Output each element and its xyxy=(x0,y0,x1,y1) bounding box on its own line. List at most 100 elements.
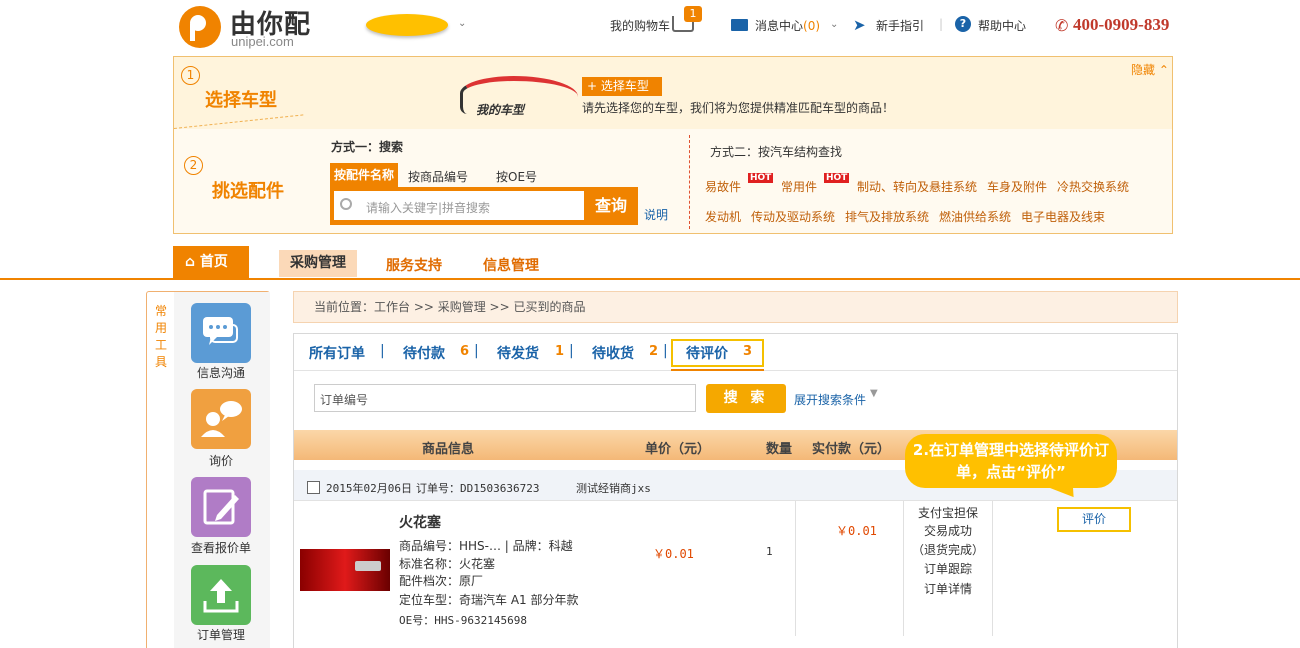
order-date: 2015年02月06日 xyxy=(326,482,412,495)
choose-car-button[interactable]: + 选择车型 xyxy=(582,77,662,96)
category-fuel[interactable]: 燃油供给系统 xyxy=(939,208,1011,225)
search-icon xyxy=(340,198,352,210)
category-electrical[interactable]: 电子电器及线束 xyxy=(1021,208,1105,225)
pending-shipment-count: 1 xyxy=(555,344,565,359)
nav-underline xyxy=(0,278,1300,280)
column-header-unit-price: 单价（元） xyxy=(645,442,711,457)
divider xyxy=(992,501,993,636)
step1-title: 选择车型 xyxy=(205,90,277,111)
tab-by-oe-number[interactable]: 按OE号 xyxy=(496,168,537,185)
cart-link[interactable]: 我的购物车 xyxy=(610,17,670,34)
seller-name[interactable]: 测试经销商jxs xyxy=(576,480,651,496)
chevron-down-icon[interactable]: ⌄ xyxy=(830,19,838,30)
step2-number: 2 xyxy=(184,156,203,175)
choose-car-description: 请先选择您的车型，我们将为您提供精准匹配车型的商品！ xyxy=(582,101,895,115)
help-icon[interactable]: ? xyxy=(955,16,971,32)
order-number-placeholder: 订单编号 xyxy=(320,393,369,407)
instruction-callout: 2.在订单管理中选择待评价订单，点击“评价” xyxy=(905,434,1117,488)
quote-sheet-icon[interactable] xyxy=(191,477,251,537)
mail-icon[interactable] xyxy=(731,19,748,31)
logo-icon[interactable] xyxy=(179,6,221,48)
divider: | xyxy=(380,343,385,359)
tool-label-communication[interactable]: 信息沟通 xyxy=(181,364,261,381)
hot-badge: HOT xyxy=(748,173,774,183)
tab-pending-receipt[interactable]: 待收货 xyxy=(592,343,634,363)
category-common-parts[interactable]: 常用件 xyxy=(781,178,817,195)
order-checkbox[interactable] xyxy=(307,481,320,494)
category-engine[interactable]: 发动机 xyxy=(705,208,741,225)
order-tracking-link[interactable]: 订单跟踪 xyxy=(906,560,990,577)
tool-label-inquiry[interactable]: 询价 xyxy=(181,452,261,469)
guide-link[interactable]: 新手指引 xyxy=(876,17,924,34)
category-brake-steering[interactable]: 制动、转向及悬挂系统 xyxy=(857,178,977,195)
explain-link[interactable]: 说明 xyxy=(644,206,668,223)
step1-section xyxy=(174,57,1172,129)
category-body[interactable]: 车身及附件 xyxy=(987,178,1047,195)
nav-info-management[interactable]: 信息管理 xyxy=(483,255,539,275)
tab-by-part-name[interactable]: 按配件名称 xyxy=(330,163,398,187)
oe-number: OE号：HHS-9632145698 xyxy=(399,614,527,627)
divider xyxy=(903,501,904,636)
search-placeholder: 请输入关键字|拼音搜索 xyxy=(366,201,491,215)
standard-name: 标准名称：火花塞 xyxy=(399,557,496,571)
nav-purchase-management[interactable]: 采购管理 xyxy=(279,250,357,277)
message-count: (0) xyxy=(803,19,821,33)
logo-subtitle: unipei.com xyxy=(231,34,294,49)
chevron-up-icon: ⌃ xyxy=(1158,63,1169,77)
step1-number: 1 xyxy=(181,66,200,85)
help-center-link[interactable]: 帮助中心 xyxy=(978,17,1026,34)
chevron-down-icon[interactable]: ⌄ xyxy=(458,18,466,29)
product-image[interactable] xyxy=(300,549,390,591)
message-center-label: 消息中心 xyxy=(755,19,804,33)
tab-by-product-code[interactable]: 按商品编号 xyxy=(408,168,468,185)
method2-title: 方式二：按汽车结构查找 xyxy=(710,145,843,159)
divider: | xyxy=(663,343,668,359)
my-car-label: 我的车型 xyxy=(476,103,525,117)
tab-pending-shipment[interactable]: 待发货 xyxy=(497,343,539,363)
column-header-product: 商品信息 xyxy=(422,442,475,457)
phone-icon: ✆ xyxy=(1055,16,1069,35)
review-button[interactable]: 评价 xyxy=(1057,507,1131,532)
paid-amount: ￥0.01 xyxy=(836,524,877,538)
step2-title: 挑选配件 xyxy=(212,181,284,202)
tab-all-orders[interactable]: 所有订单 xyxy=(309,343,365,363)
tab-pending-payment[interactable]: 待付款 xyxy=(403,343,445,363)
pending-receipt-count: 2 xyxy=(649,344,659,359)
category-drivetrain[interactable]: 传动及驱动系统 xyxy=(751,208,835,225)
hide-label: 隐藏 xyxy=(1131,63,1156,77)
nav-home[interactable]: ⌂ 首页 xyxy=(173,246,249,279)
category-exhaust[interactable]: 排气及排放系统 xyxy=(845,208,929,225)
message-center-link[interactable]: 消息中心(0) xyxy=(755,17,820,34)
order-number-input[interactable] xyxy=(314,384,696,412)
hide-panel-link[interactable]: 隐藏 ⌃ xyxy=(1131,61,1169,78)
query-button[interactable]: 查询 xyxy=(588,191,634,220)
nav-service-support[interactable]: 服务支持 xyxy=(386,255,442,275)
tool-label-orders[interactable]: 订单管理 xyxy=(181,626,261,643)
upload-icon[interactable] xyxy=(191,565,251,625)
nav-home-label: 首页 xyxy=(199,254,228,270)
home-icon: ⌂ xyxy=(185,254,196,270)
inquiry-icon[interactable] xyxy=(191,389,251,449)
category-wear-parts[interactable]: 易故件 xyxy=(705,178,741,195)
tool-label-quotes[interactable]: 查看报价单 xyxy=(181,539,261,556)
refund-status: （退货完成） xyxy=(911,543,984,557)
product-name[interactable]: 火花塞 xyxy=(399,512,441,532)
column-header-quantity: 数量 xyxy=(766,442,793,457)
expand-search-link[interactable]: 展开搜索条件 xyxy=(794,391,866,408)
active-tab-underline xyxy=(671,369,764,371)
category-heat-exchange[interactable]: 冷热交换系统 xyxy=(1057,178,1129,195)
divider: | xyxy=(474,343,479,359)
product-code-brand: 商品编号：HHS-… | 品牌：科越 xyxy=(399,539,573,553)
payment-method: 支付宝担保 xyxy=(917,506,978,520)
hot-badge: HOT xyxy=(824,173,850,183)
search-button[interactable]: 搜 索 xyxy=(706,384,786,413)
chat-icon[interactable] xyxy=(191,303,251,363)
city-selector[interactable] xyxy=(366,14,448,36)
divider xyxy=(795,501,796,636)
hotline-number: 400-0909-839 xyxy=(1073,15,1170,34)
vehicle-fitment: 定位车型：奇瑞汽车 A1 部分年款 xyxy=(399,593,579,607)
order-details-link[interactable]: 订单详情 xyxy=(906,580,990,597)
caret-down-icon[interactable]: ▼ xyxy=(870,388,878,399)
cart-count-badge: 1 xyxy=(684,6,702,22)
divider xyxy=(689,135,690,229)
